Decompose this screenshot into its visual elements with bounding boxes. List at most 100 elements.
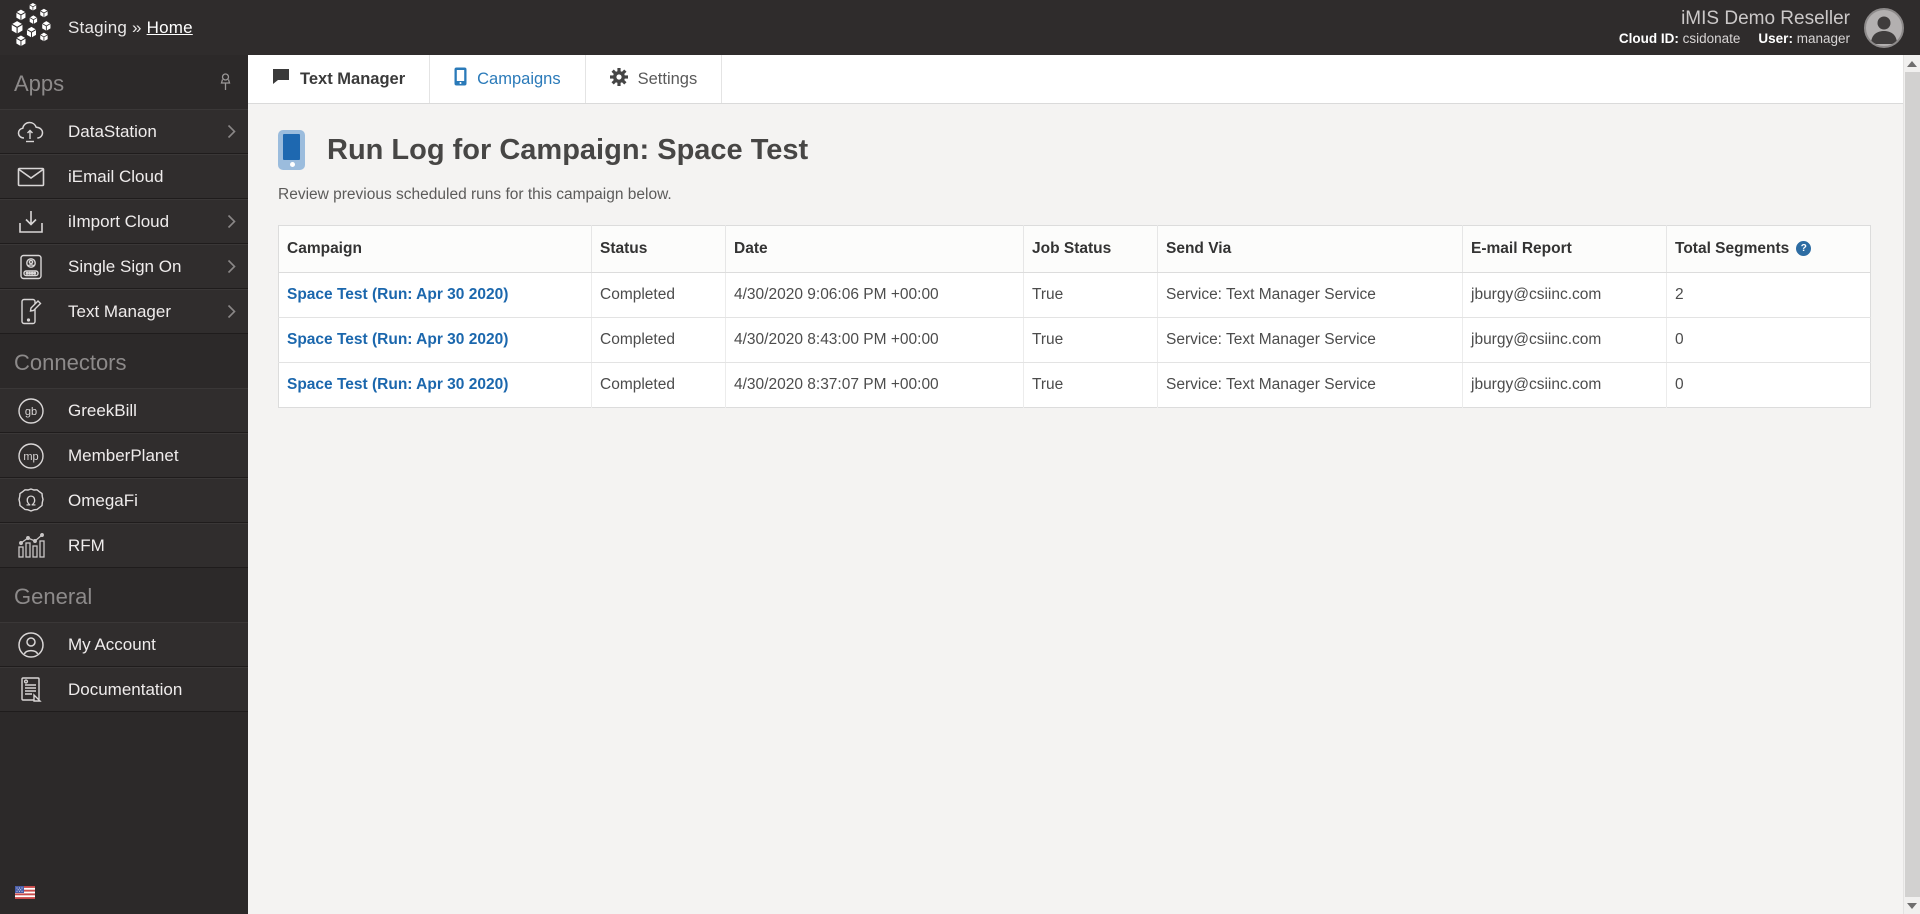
- datastation-cloud-icon: [14, 120, 48, 144]
- account-name: iMIS Demo Reseller: [1681, 7, 1850, 29]
- pin-icon[interactable]: [219, 71, 232, 97]
- cell-job-status: True: [1023, 362, 1158, 408]
- table-header-row: Campaign Status Date Job Status Send Via…: [278, 225, 1871, 273]
- section-title-connectors: Connectors: [14, 350, 127, 375]
- sidebar-item-rfm[interactable]: RFM: [0, 523, 248, 568]
- sidebar: Apps DataStation iEmail Cloud iImport Cl…: [0, 55, 248, 914]
- vertical-scrollbar[interactable]: [1903, 55, 1920, 914]
- sidebar-item-memberplanet[interactable]: mp MemberPlanet: [0, 433, 248, 478]
- omegafi-omega-icon: Ω: [14, 487, 48, 515]
- cell-campaign: Space Test (Run: Apr 30 2020): [278, 317, 592, 363]
- sidebar-item-label: My Account: [68, 634, 156, 654]
- chevron-right-icon: [227, 214, 236, 229]
- account-details: Cloud ID: csidonate User: manager: [1619, 31, 1850, 48]
- sidebar-item-datastation[interactable]: DataStation: [0, 109, 248, 154]
- sidebar-item-label: GreekBill: [68, 400, 137, 420]
- cell-total-segments: 2: [1666, 272, 1871, 318]
- section-title-apps: Apps: [14, 71, 65, 96]
- breadcrumb-home-link[interactable]: Home: [147, 18, 193, 37]
- breadcrumb-separator: »: [132, 17, 142, 37]
- svg-text:mp: mp: [23, 451, 38, 463]
- cloud-id-value: csidonate: [1682, 31, 1741, 47]
- import-download-icon: [14, 209, 48, 235]
- sidebar-item-iimport-cloud[interactable]: iImport Cloud: [0, 199, 248, 244]
- sidebar-item-label: Documentation: [68, 679, 183, 699]
- sidebar-item-single-sign-on[interactable]: Single Sign On: [0, 244, 248, 289]
- speech-bubble-icon: [272, 68, 290, 90]
- sidebar-item-iemail-cloud[interactable]: iEmail Cloud: [0, 154, 248, 199]
- tab-campaigns[interactable]: Campaigns: [430, 55, 586, 103]
- us-flag-icon[interactable]: [15, 886, 35, 904]
- campaign-run-link[interactable]: Space Test (Run: Apr 30 2020): [287, 331, 508, 348]
- campaign-run-link[interactable]: Space Test (Run: Apr 30 2020): [287, 376, 508, 393]
- sidebar-item-omegafi[interactable]: Ω OmegaFi: [0, 478, 248, 523]
- breadcrumb-section: Staging: [68, 17, 128, 37]
- top-bar: Staging » Home iMIS Demo Reseller Cloud …: [0, 0, 1920, 55]
- cell-date: 4/30/2020 8:43:00 PM +00:00: [725, 317, 1024, 363]
- help-icon[interactable]: ?: [1796, 241, 1812, 256]
- chevron-right-icon: [227, 259, 236, 274]
- col-header-status: Status: [591, 225, 726, 273]
- campaign-run-link[interactable]: Space Test (Run: Apr 30 2020): [287, 286, 508, 303]
- col-header-send-via: Send Via: [1157, 225, 1463, 273]
- user-circle-icon: [14, 631, 48, 659]
- sidebar-item-label: MemberPlanet: [68, 445, 179, 465]
- cell-date: 4/30/2020 8:37:07 PM +00:00: [725, 362, 1024, 408]
- sidebar-item-label: Single Sign On: [68, 256, 182, 276]
- sidebar-section-general: General: [0, 568, 248, 622]
- tab-bar: Text Manager Campaigns Settings: [248, 55, 1903, 104]
- cell-email-report: jburgy@csiinc.com: [1462, 317, 1667, 363]
- memberplanet-mp-icon: mp: [14, 442, 48, 470]
- page-title-row: Run Log for Campaign: Space Test: [278, 130, 1903, 170]
- sidebar-item-documentation[interactable]: Documentation: [0, 667, 248, 712]
- scrollbar-thumb[interactable]: [1905, 72, 1920, 897]
- table-row: Space Test (Run: Apr 30 2020) Completed …: [278, 317, 1871, 363]
- document-icon: [14, 676, 48, 703]
- rfm-chart-icon: [14, 532, 48, 559]
- gear-icon: [609, 67, 628, 91]
- email-envelope-icon: [14, 167, 48, 187]
- table-row: Space Test (Run: Apr 30 2020) Completed …: [278, 272, 1871, 318]
- cell-email-report: jburgy@csiinc.com: [1462, 362, 1667, 408]
- breadcrumb: Staging » Home: [68, 18, 193, 38]
- sidebar-item-label: Text Manager: [68, 301, 171, 321]
- scroll-up-button[interactable]: [1904, 55, 1920, 72]
- sidebar-item-my-account[interactable]: My Account: [0, 622, 248, 667]
- chevron-right-icon: [227, 124, 236, 139]
- tab-label: Campaigns: [477, 69, 561, 88]
- phone-edit-icon: [14, 298, 48, 325]
- cell-campaign: Space Test (Run: Apr 30 2020): [278, 272, 592, 318]
- cell-send-via: Service: Text Manager Service: [1157, 272, 1463, 318]
- svg-text:Ω: Ω: [26, 494, 36, 509]
- csi-cubes-logo-icon: [8, 2, 54, 53]
- sidebar-item-label: iEmail Cloud: [68, 166, 164, 186]
- chevron-right-icon: [227, 304, 236, 319]
- scroll-down-button[interactable]: [1904, 897, 1920, 914]
- col-header-email-report: E-mail Report: [1462, 225, 1667, 273]
- cell-date: 4/30/2020 9:06:06 PM +00:00: [725, 272, 1024, 318]
- scroll-down-icon: [1907, 902, 1917, 909]
- user-label: User:: [1758, 31, 1793, 47]
- sidebar-item-label: OmegaFi: [68, 490, 138, 510]
- cloud-id-label: Cloud ID:: [1618, 31, 1679, 47]
- account-info: iMIS Demo Reseller Cloud ID: csidonate Us…: [1619, 7, 1864, 49]
- cell-campaign: Space Test (Run: Apr 30 2020): [278, 362, 592, 408]
- mobile-phone-icon: [454, 67, 467, 91]
- sidebar-item-label: DataStation: [68, 121, 157, 141]
- col-header-total-segments: Total Segments?: [1666, 225, 1871, 273]
- cell-job-status: True: [1023, 272, 1158, 318]
- run-log-table: Campaign Status Date Job Status Send Via…: [278, 225, 1871, 408]
- cell-status: Completed: [591, 317, 726, 363]
- main-content: Run Log for Campaign: Space Test Review …: [248, 104, 1903, 914]
- tab-text-manager[interactable]: Text Manager: [248, 55, 431, 103]
- sidebar-section-connectors: Connectors: [0, 334, 248, 388]
- cell-send-via: Service: Text Manager Service: [1157, 317, 1463, 363]
- cell-job-status: True: [1023, 317, 1158, 363]
- table-row: Space Test (Run: Apr 30 2020) Completed …: [278, 362, 1871, 408]
- sidebar-item-text-manager[interactable]: Text Manager: [0, 289, 248, 334]
- sidebar-item-label: iImport Cloud: [68, 211, 170, 231]
- sidebar-item-greekbill[interactable]: gb GreekBill: [0, 388, 248, 433]
- avatar[interactable]: [1864, 7, 1904, 48]
- tab-settings[interactable]: Settings: [586, 55, 723, 103]
- tab-label: Settings: [637, 69, 698, 88]
